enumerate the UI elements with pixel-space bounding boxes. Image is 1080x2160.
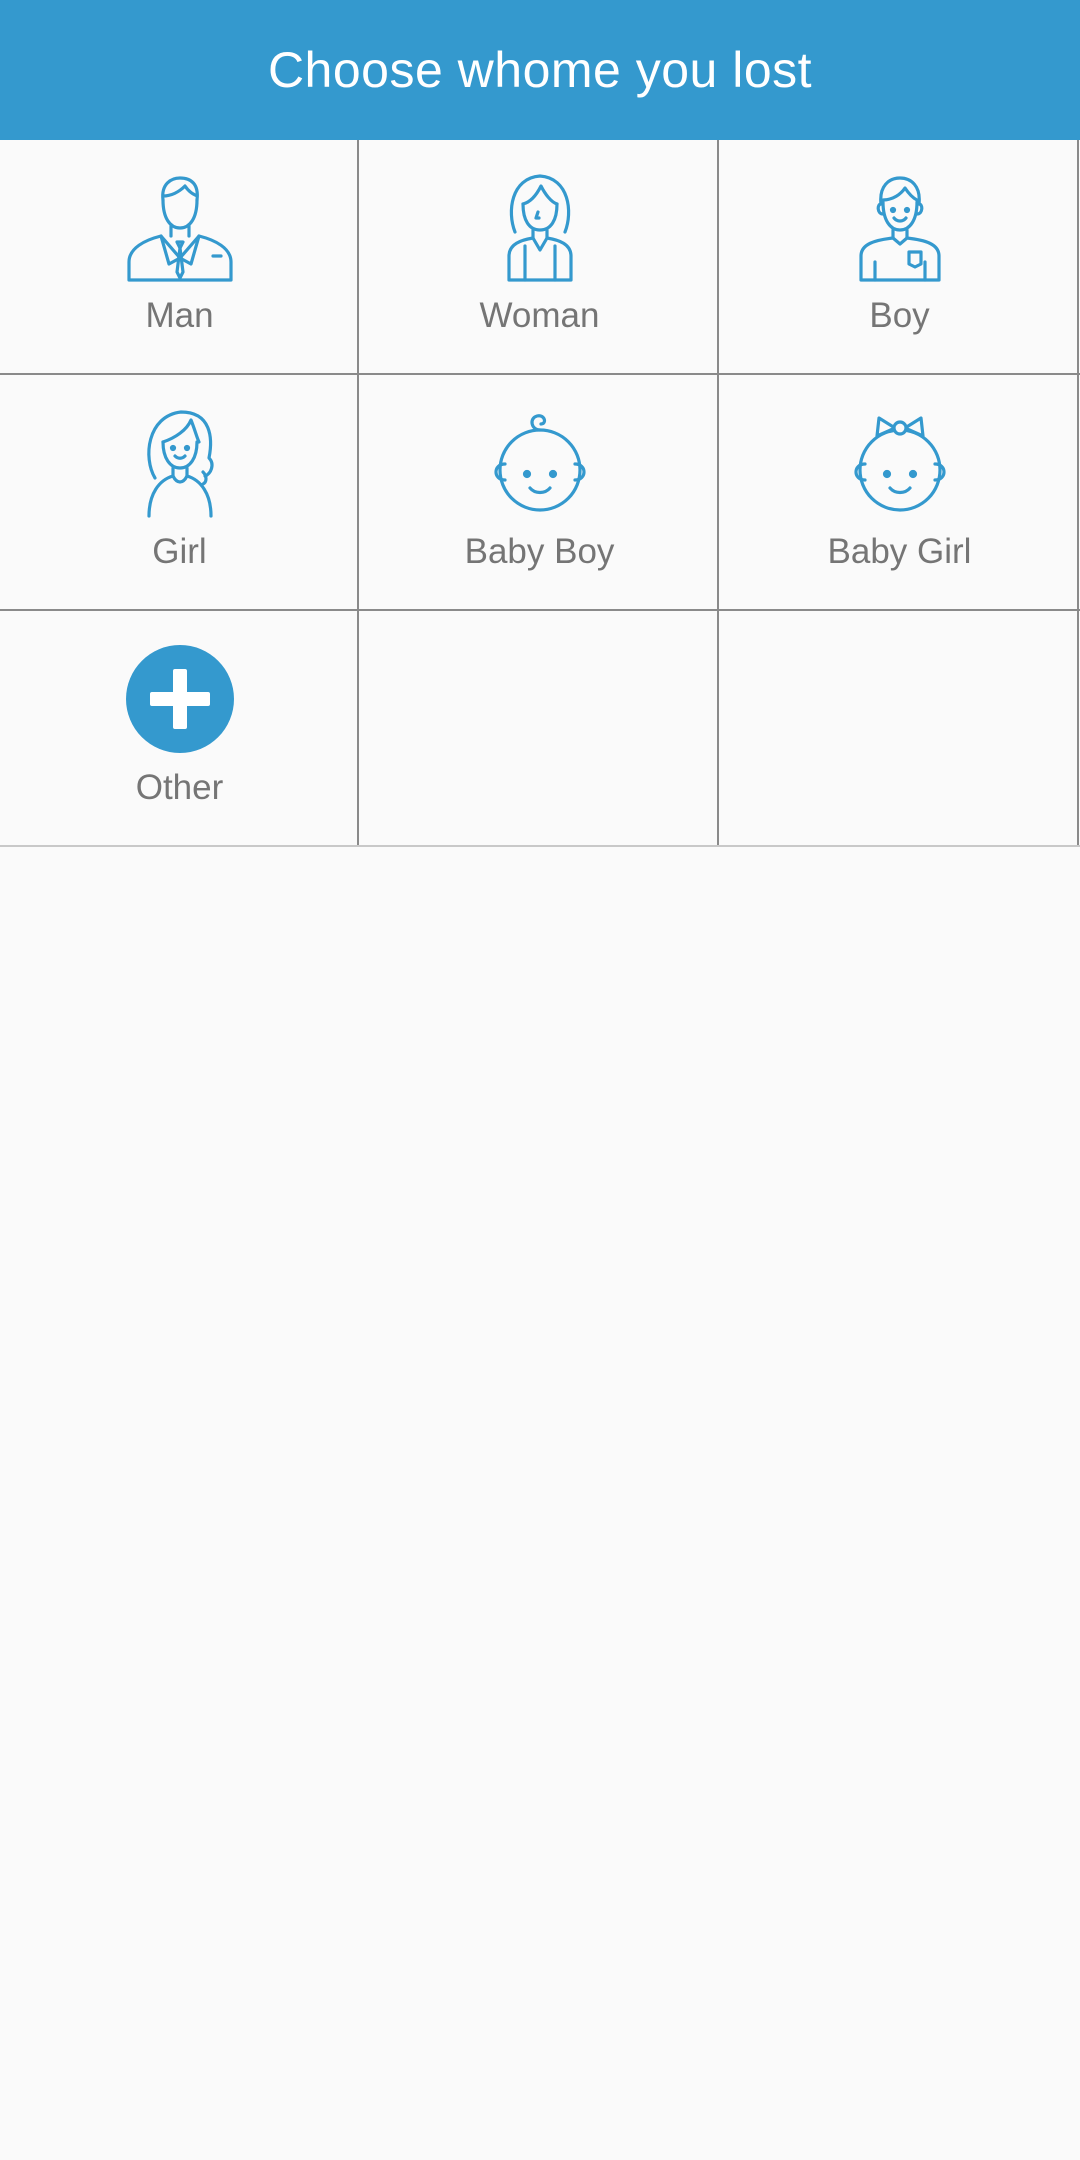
woman-icon [506, 174, 573, 282]
option-label: Baby Girl [827, 532, 972, 571]
boy-icon [858, 176, 941, 282]
option-label: Man [145, 296, 214, 335]
grid-divider [717, 140, 719, 846]
man-icon [126, 176, 233, 282]
grid-divider [357, 140, 359, 846]
option-label: Boy [869, 296, 930, 335]
grid-divider [1077, 140, 1079, 846]
option-baby-girl[interactable]: Baby Girl [720, 376, 1079, 611]
page-title: Choose whome you lost [267, 42, 813, 98]
option-other[interactable]: Other [0, 612, 359, 847]
girl-icon [146, 410, 214, 518]
empty-cell [720, 612, 1079, 847]
grid-divider [0, 845, 1080, 847]
option-boy[interactable]: Boy [720, 140, 1079, 375]
option-man[interactable]: Man [0, 140, 359, 375]
baby-girl-icon [853, 416, 946, 512]
option-woman[interactable]: Woman [360, 140, 719, 375]
option-label: Girl [152, 532, 207, 571]
grid-divider [0, 373, 1080, 375]
person-type-grid: Man Woman Boy Girl Baby Boy Baby Girl Ot… [0, 140, 1080, 847]
option-label: Other [135, 768, 224, 807]
option-girl[interactable]: Girl [0, 376, 359, 611]
add-circle-icon [125, 645, 234, 753]
option-label: Woman [479, 296, 600, 335]
grid-divider [0, 609, 1080, 611]
option-label: Baby Boy [464, 532, 615, 571]
option-baby-boy[interactable]: Baby Boy [360, 376, 719, 611]
baby-boy-icon [493, 414, 586, 512]
empty-cell [360, 612, 719, 847]
app-bar: Choose whome you lost [0, 0, 1080, 140]
